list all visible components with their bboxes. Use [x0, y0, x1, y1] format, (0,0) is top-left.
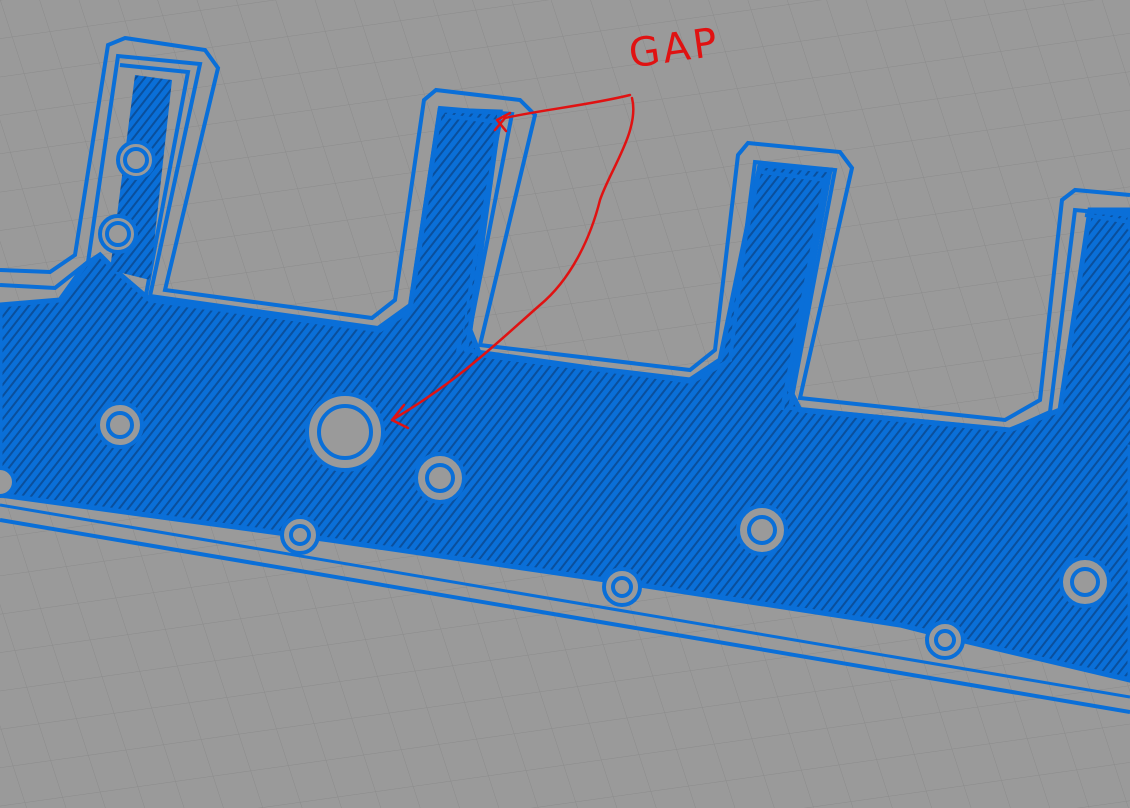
build-plate-canvas[interactable] — [0, 0, 1130, 808]
slicer-preview-viewport[interactable]: GAP — [0, 0, 1130, 808]
